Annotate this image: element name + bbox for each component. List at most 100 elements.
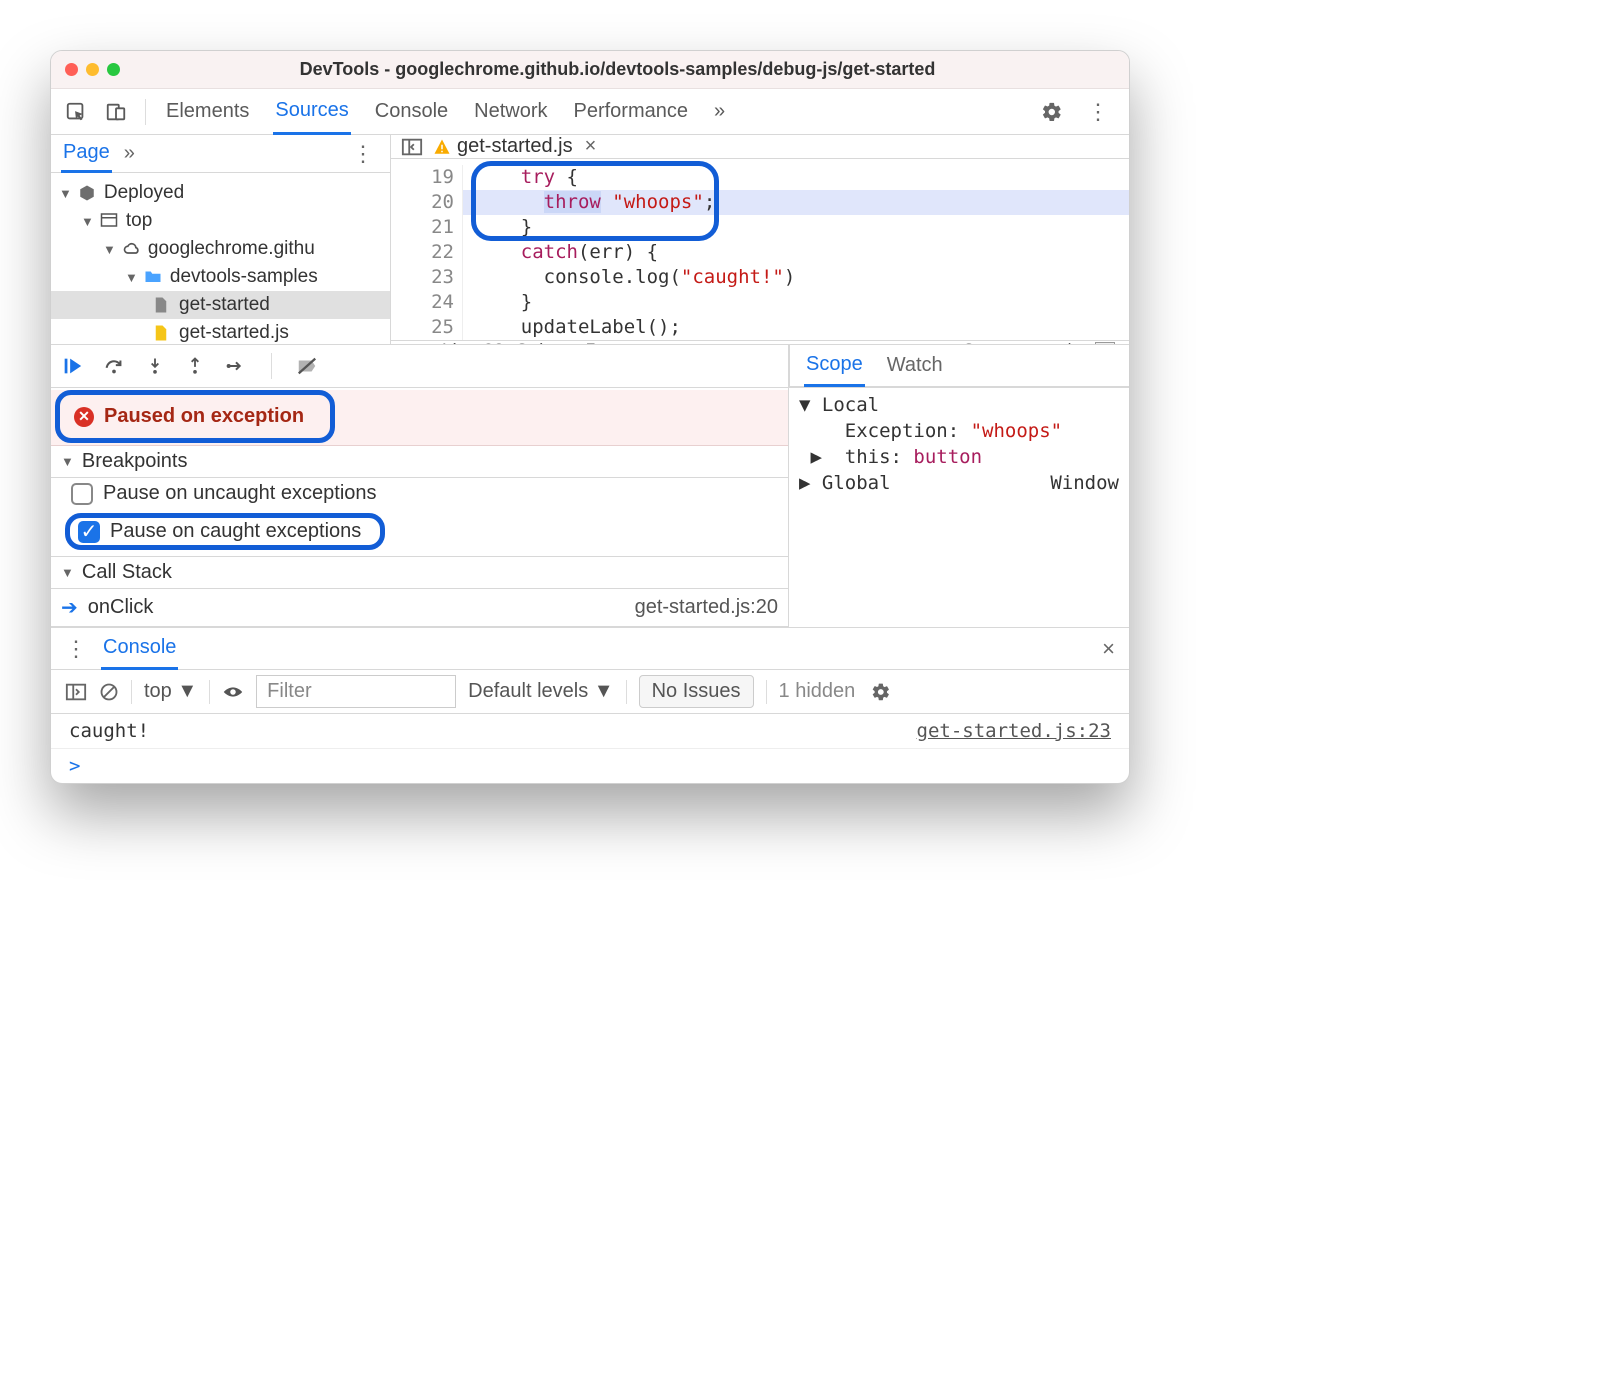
clear-console-icon[interactable] [99,682,119,702]
device-toolbar-icon[interactable] [105,101,127,123]
minimize-window-icon[interactable] [86,63,99,76]
toggle-navigator-icon[interactable] [401,137,423,157]
console-sidebar-toggle-icon[interactable] [65,682,87,702]
paused-label: Paused on exception [104,405,304,428]
tab-scope[interactable]: Scope [804,345,865,387]
step-icon[interactable] [225,355,247,377]
console-output: caught! get-started.js:23 > [51,714,1129,783]
navigator-pane: Page » ⋮ ▼ Deployed ▼top▼googlechrome.gith… [51,135,391,344]
line-number[interactable]: 22 [391,240,454,265]
console-context-selector[interactable]: top ▼ [144,680,197,703]
tree-item[interactable]: ▼googlechrome.githu [51,235,390,263]
tab-network[interactable]: Network [472,90,549,133]
drawer-tab-console[interactable]: Console [101,628,178,670]
code-line: console.log("caught!") [463,265,1129,290]
tree-item[interactable]: ▼top [51,207,390,235]
scope-row[interactable]: ▼ Local [789,392,1129,418]
console-drawer: ⋮ Console × top ▼ Filter Default levels … [51,627,1129,783]
settings-gear-icon[interactable] [1041,101,1063,123]
drawer-tabs: ⋮ Console × [51,628,1129,670]
step-over-icon[interactable] [103,355,125,377]
code-body[interactable]: 19202122232425 try { throw "whoops"; } c… [391,159,1129,340]
log-source-link[interactable]: get-started.js:23 [917,720,1111,742]
panel-tabs: Elements Sources Console Network Perform… [164,89,1023,135]
tree-item-label: devtools-samples [170,266,318,288]
pause-caught-row[interactable]: ✓ Pause on caught exceptions [51,509,788,557]
tab-console[interactable]: Console [373,90,450,133]
code-line: } [463,290,1129,315]
coverage-toggle-icon[interactable] [1095,342,1115,344]
line-number[interactable]: 19 [391,165,454,190]
close-file-icon[interactable]: × [585,135,597,158]
inspect-element-icon[interactable] [65,101,87,123]
live-expression-icon[interactable] [222,684,244,700]
scope-row[interactable]: ▶ GlobalWindow [789,470,1129,496]
drawer-menu-icon[interactable]: ⋮ [65,636,87,662]
navigator-menu-icon[interactable]: ⋮ [346,141,380,167]
cube-icon [78,184,98,202]
code-line: catch(err) { [463,240,1129,265]
console-filter-input[interactable]: Filter [256,675,456,708]
step-into-icon[interactable] [145,355,165,377]
separator [766,680,767,704]
frame-source[interactable]: get-started.js:20 [635,596,778,619]
paused-banner-row: ✕ Paused on exception [51,390,788,446]
console-levels-selector[interactable]: Default levels ▼ [468,680,613,703]
titlebar: DevTools - googlechrome.github.io/devtoo… [51,51,1129,89]
console-log-line[interactable]: caught! get-started.js:23 [51,714,1129,749]
disclosure-triangle-icon: ▼ [125,270,138,285]
cloud-icon [122,240,142,258]
kebab-menu-icon[interactable]: ⋮ [1081,99,1115,125]
tree-item-label: Deployed [104,182,184,204]
resume-icon[interactable] [61,355,83,377]
line-number[interactable]: 25 [391,315,454,340]
disclosure-triangle-icon: ▼ [81,214,94,229]
window-icon [100,212,120,230]
tree-item[interactable]: ▼ devtools-samples [51,263,390,291]
callstack-header[interactable]: ▼ Call Stack [51,557,788,589]
sources-panes: Page » ⋮ ▼ Deployed ▼top▼googlechrome.gith… [51,135,1129,345]
disclosure-triangle-icon: ▼ [59,186,72,201]
line-number[interactable]: 20 [391,190,454,215]
line-number[interactable]: 23 [391,265,454,290]
scope-row[interactable]: ▶ this: button [789,444,1129,470]
main-toolbar: Elements Sources Console Network Perform… [51,89,1129,135]
tree-item-label: get-started.js [179,322,289,344]
checkbox-uncaught[interactable] [71,483,93,505]
frame-name: onClick [88,596,154,619]
zoom-window-icon[interactable] [107,63,120,76]
tree-item[interactable]: get-started [51,291,390,319]
console-settings-gear-icon[interactable] [871,682,891,702]
navigator-overflow-icon[interactable]: » [124,142,135,165]
step-out-icon[interactable] [185,355,205,377]
scope-row[interactable]: Exception: "whoops" [789,418,1129,444]
tab-elements[interactable]: Elements [164,90,251,133]
checkbox-caught[interactable]: ✓ [78,521,100,543]
tab-performance[interactable]: Performance [572,90,691,133]
debugger-row: Scope Watch [51,345,1129,388]
callstack-frame[interactable]: ➔ onClick get-started.js:20 [51,589,788,627]
line-number[interactable]: 21 [391,215,454,240]
disclosure-triangle-icon: ▼ [103,242,116,257]
issues-badge[interactable]: No Issues [639,675,754,708]
breakpoints-header[interactable]: ▼ Breakpoints [51,446,788,478]
deactivate-breakpoints-icon[interactable] [296,355,318,377]
pause-uncaught-row[interactable]: Pause on uncaught exceptions [51,478,788,509]
tabs-overflow-icon[interactable]: » [712,90,727,133]
navigator-tab-page[interactable]: Page [61,135,112,173]
code-line: } [463,215,1129,240]
tree-item[interactable]: ▼ Deployed [51,179,390,207]
tab-watch[interactable]: Watch [885,346,945,385]
pretty-print-icon[interactable]: {} [405,341,428,344]
tree-item[interactable]: get-started.js [51,319,390,344]
console-prompt[interactable]: > [51,749,1129,783]
editor-tabbar: get-started.js × [391,135,1129,159]
hidden-count[interactable]: 1 hidden [779,680,856,703]
close-window-icon[interactable] [65,63,78,76]
tab-sources[interactable]: Sources [273,89,350,135]
editor-file-tab[interactable]: get-started.js × [433,135,596,158]
line-number[interactable]: 24 [391,290,454,315]
separator [131,680,132,704]
close-drawer-icon[interactable]: × [1102,636,1115,662]
exception-icon: ✕ [74,407,94,427]
